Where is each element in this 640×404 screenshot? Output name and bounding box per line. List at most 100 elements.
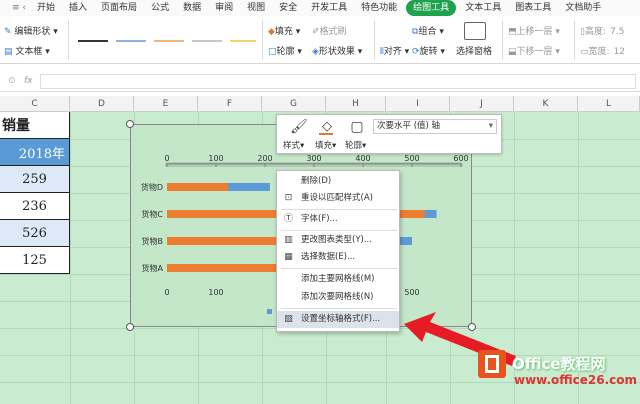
menu-item-change-chart-type[interactable]: ▥ 更改图表类型(Y)... (277, 232, 399, 249)
fill-button[interactable]: ◆填充 ▾ (268, 24, 300, 37)
align-button[interactable]: ⫴对齐 ▾ (380, 44, 409, 57)
year-header-cell[interactable]: 2018年 (0, 139, 70, 166)
format-mini-toolbar: 🖌︎ ◇ ▢ 样式▾ 填充▾ 轮廓▾ 次要水平 (值) 轴 ▾ (276, 114, 502, 154)
rotate-icon: ⟳ (412, 47, 420, 57)
edit-shape-icon: ✎ (4, 27, 12, 37)
top-axis-tick-label: 600 (453, 154, 468, 163)
bar[interactable] (167, 264, 294, 272)
column-header[interactable]: J (450, 96, 514, 112)
height-field[interactable]: ▯高度: 7.5 (580, 24, 624, 37)
selection-pane-icon (464, 22, 486, 40)
send-backward-button[interactable]: ⬓下移一层 ▾ (508, 44, 560, 57)
column-header[interactable]: I (386, 96, 450, 112)
formula-input[interactable] (40, 74, 636, 89)
value-cell[interactable]: 259 (0, 166, 70, 193)
select-data-icon: ▦ (284, 252, 293, 262)
menu-item-format-axis[interactable]: ▨ 设置坐标轴格式(F)... (277, 311, 399, 328)
tab-security[interactable]: 安全 (272, 0, 304, 16)
bar[interactable] (167, 183, 229, 191)
format-axis-icon: ▨ (284, 314, 293, 324)
shape-effects-button[interactable]: ◈形状效果 ▾ (312, 44, 362, 57)
fx-label: fx (24, 76, 33, 86)
tab-developer[interactable]: 开发工具 (304, 0, 354, 16)
resize-handle[interactable] (126, 323, 134, 331)
outline-icon: □ (268, 47, 277, 57)
column-header[interactable]: F (198, 96, 262, 112)
edit-shape-button[interactable]: ✎ 编辑形状 ▾ (4, 24, 58, 37)
text-box-icon: ▤ (4, 47, 13, 57)
column-headers: C D E F G H I J K L (0, 96, 640, 112)
menu-item-add-major-gridlines[interactable]: 添加主要网格线(M) (277, 271, 399, 288)
paint-bucket-icon[interactable]: ◇ (313, 119, 341, 134)
format-brush-button[interactable]: ✐格式刷 (312, 24, 347, 37)
ribbon-separator (574, 20, 575, 60)
sales-header-cell[interactable]: 销量 (0, 112, 70, 139)
chevron-down-icon: ▾ (488, 121, 493, 131)
tab-review[interactable]: 审阅 (208, 0, 240, 16)
bar[interactable] (167, 237, 283, 245)
nav-back-icon[interactable]: ≡ ‹ (8, 0, 30, 16)
column-header[interactable]: K (514, 96, 578, 112)
value-cell[interactable]: 125 (0, 247, 70, 274)
outline-square-icon[interactable]: ▢ (343, 119, 371, 135)
menu-item-reset-style[interactable]: ⊡ 重设以匹配样式(A) (277, 190, 399, 207)
column-header[interactable]: G (262, 96, 326, 112)
menu-item-delete[interactable]: 删除(D) (277, 173, 399, 190)
value-cell[interactable]: 526 (0, 220, 70, 247)
ribbon-separator (68, 20, 69, 60)
send-backward-icon: ⬓ (508, 47, 517, 57)
tab-formulas[interactable]: 公式 (144, 0, 176, 16)
tab-insert[interactable]: 插入 (62, 0, 94, 16)
menu-item-font[interactable]: Ⓣ 字体(F)... (277, 211, 399, 228)
column-header[interactable]: L (578, 96, 640, 112)
column-header[interactable]: E (134, 96, 198, 112)
bring-forward-icon: ⬒ (508, 27, 517, 37)
top-axis-tick-label: 0 (164, 154, 169, 163)
menu-item-select-data[interactable]: ▦ 选择数据(E)... (277, 249, 399, 266)
tab-data[interactable]: 数据 (176, 0, 208, 16)
fill-dropdown[interactable]: 填充▾ (315, 139, 336, 151)
chart-type-icon: ▥ (284, 235, 293, 245)
watermark-brand: Office教程网 (512, 355, 606, 373)
group-button[interactable]: ⧉组合 ▾ (412, 24, 444, 37)
ribbon-separator (374, 20, 375, 60)
column-header[interactable]: C (0, 96, 70, 112)
top-axis-tick-label: 400 (355, 154, 370, 163)
outline-button[interactable]: □轮廓 ▾ (268, 44, 302, 57)
outline-dropdown[interactable]: 轮廓▾ (345, 139, 366, 151)
office-logo-icon (478, 350, 506, 378)
formula-bar: ⊙ fx (0, 72, 640, 92)
tab-home[interactable]: 开始 (30, 0, 62, 16)
rotate-button[interactable]: ⟳旋转 ▾ (412, 44, 445, 57)
tab-drawing-tools[interactable]: 绘图工具 (406, 0, 457, 16)
tab-view[interactable]: 视图 (240, 0, 272, 16)
format-brush-icon: ✐ (312, 27, 320, 37)
width-field[interactable]: ▭宽度: 12 (580, 44, 625, 57)
ribbon-separator (502, 20, 503, 60)
brush-icon[interactable]: 🖌︎ (285, 119, 313, 135)
top-axis-tick-label: 100 (208, 154, 223, 163)
width-icon: ▭ (580, 47, 589, 57)
selection-pane-button[interactable]: 选择窗格 (456, 44, 492, 57)
menu-item-add-minor-gridlines[interactable]: 添加次要网格线(N) (277, 289, 399, 306)
value-cell[interactable]: 236 (0, 193, 70, 220)
bottom-axis-tick-label: 0 (164, 288, 169, 297)
fill-icon: ◆ (268, 27, 275, 37)
top-axis-tick-label: 300 (306, 154, 321, 163)
bring-forward-button[interactable]: ⬒上移一层 ▾ (508, 24, 560, 37)
text-box-button[interactable]: ▤ 文本框 ▾ (4, 44, 50, 57)
resize-handle[interactable] (126, 120, 134, 128)
column-header[interactable]: H (326, 96, 386, 112)
ribbon-tabs: ≡ ‹ 开始 插入 页面布局 公式 数据 审阅 视图 安全 开发工具 特色功能 … (0, 0, 640, 16)
bottom-axis-tick-label: 500 (404, 288, 419, 297)
tab-page-layout[interactable]: 页面布局 (94, 0, 144, 16)
top-axis-tick-label: 200 (257, 154, 272, 163)
tab-chart-tools[interactable]: 图表工具 (508, 0, 558, 16)
tab-features[interactable]: 特色功能 (354, 0, 404, 16)
column-header[interactable]: D (70, 96, 134, 112)
chart-element-select[interactable]: 次要水平 (值) 轴 ▾ (373, 119, 497, 134)
shape-style-gallery[interactable] (74, 20, 258, 60)
tab-text-tools[interactable]: 文本工具 (458, 0, 508, 16)
style-dropdown[interactable]: 样式▾ (283, 139, 304, 151)
tab-doc-assistant[interactable]: 文档助手 (558, 0, 608, 16)
